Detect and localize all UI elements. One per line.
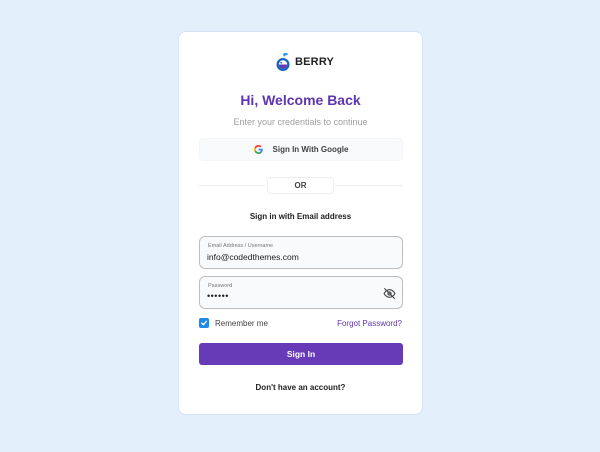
page-subtitle: Enter your credentials to continue [233, 117, 368, 127]
remember-me-label: Remember me [215, 318, 268, 328]
brand-logo[interactable]: BERRY [275, 52, 334, 72]
register-link[interactable]: Don't have an account? [179, 383, 422, 392]
google-sign-in-button[interactable]: Sign In With Google [199, 138, 403, 161]
login-card: BERRY Hi, Welcome Back Enter your creden… [178, 31, 423, 415]
brand-name: BERRY [295, 56, 335, 68]
checkbox-checked[interactable] [199, 318, 209, 328]
email-field[interactable]: Email Address / Username [199, 236, 403, 269]
or-divider-chip: OR [267, 177, 334, 194]
divider-line-right [335, 185, 403, 186]
email-field-label: Email Address / Username [208, 243, 274, 249]
remember-me-checkbox[interactable]: Remember me [199, 318, 268, 328]
password-field[interactable]: Password •••••• [199, 276, 403, 309]
email-input[interactable] [207, 252, 377, 262]
check-icon [201, 320, 207, 326]
forgot-password-link[interactable]: Forgot Password? [337, 319, 402, 328]
berry-logo-icon [276, 53, 290, 71]
divider-line-left [199, 185, 265, 186]
page-title: Hi, Welcome Back [240, 92, 361, 108]
password-visibility-toggle[interactable] [382, 286, 396, 300]
email-sign-in-heading: Sign in with Email address [249, 212, 352, 221]
eye-off-icon [383, 287, 395, 299]
google-icon [253, 145, 263, 154]
sign-in-button[interactable]: Sign In [199, 343, 403, 365]
password-input[interactable]: •••••• [207, 291, 377, 301]
google-sign-in-label: Sign In With Google [272, 145, 349, 154]
password-field-label: Password [208, 283, 233, 289]
